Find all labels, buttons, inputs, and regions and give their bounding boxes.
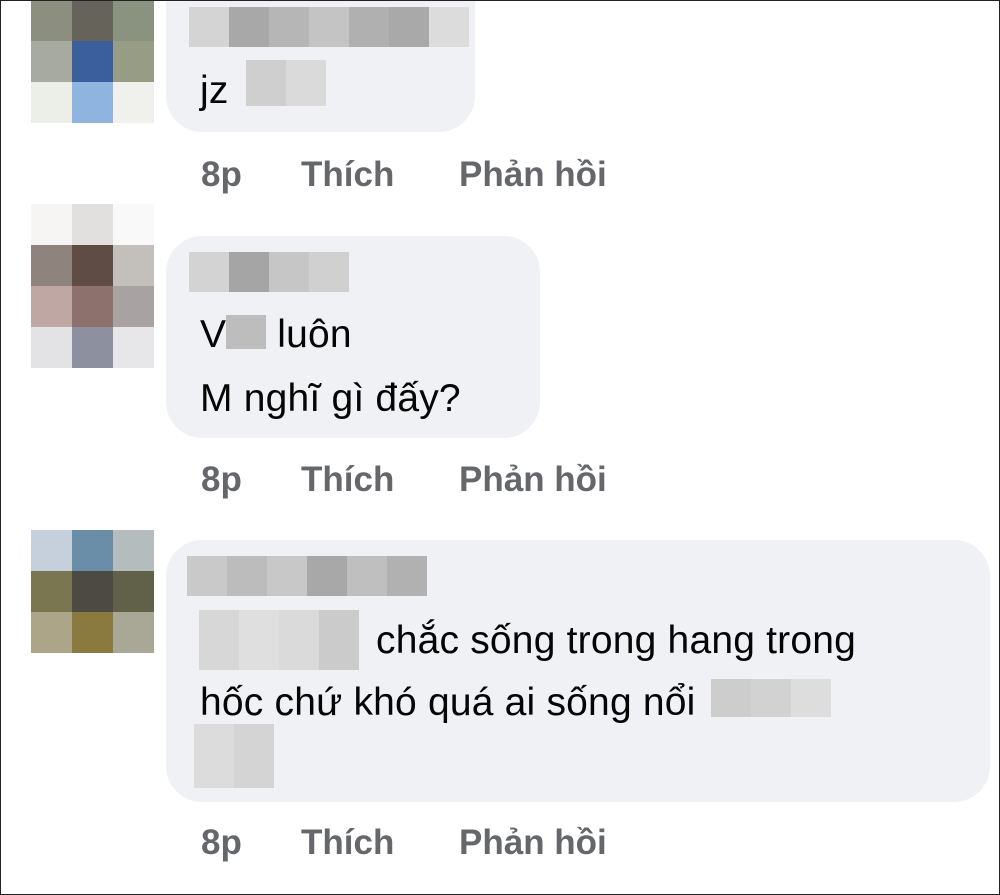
author-name-blurred[interactable] — [189, 7, 469, 47]
redacted-text — [194, 724, 274, 793]
reply-button[interactable]: Phản hồi — [459, 155, 607, 195]
comment-line-1: chắc sống trong hang trong — [200, 610, 856, 672]
reply-button[interactable]: Phản hồi — [459, 460, 607, 500]
author-name-blurred[interactable] — [187, 556, 427, 596]
comment-line: chắc sống trong hang trong — [376, 619, 857, 662]
comment-line-2: hốc chứ khó quá ai sống nổi — [200, 672, 856, 736]
like-button[interactable]: Thích — [301, 155, 459, 195]
avatar[interactable] — [31, 204, 154, 327]
reply-button[interactable]: Phản hồi — [459, 823, 607, 863]
avatar[interactable] — [31, 530, 154, 653]
redacted-text — [245, 60, 326, 125]
redacted-text — [710, 674, 831, 736]
comment-text: V luôn M nghĩ gì đấy? — [200, 304, 461, 430]
redacted-text — [226, 306, 267, 368]
timestamp[interactable]: 8p — [201, 460, 301, 500]
comment-text: jz — [200, 60, 326, 125]
comment-line: luôn — [277, 313, 352, 356]
comment-line-2: M nghĩ gì đấy? — [200, 376, 461, 420]
comment-line: jz — [200, 69, 229, 112]
like-button[interactable]: Thích — [301, 460, 459, 500]
comment-line-1: V luôn — [200, 304, 461, 368]
avatar-lower — [31, 327, 154, 368]
timestamp[interactable]: 8p — [201, 823, 301, 863]
avatar[interactable] — [31, 0, 154, 123]
like-button[interactable]: Thích — [301, 823, 459, 863]
comment-text: chắc sống trong hang trong hốc chứ khó q… — [200, 610, 856, 736]
comment-actions: 8p Thích Phản hồi — [201, 823, 607, 863]
timestamp[interactable]: 8p — [201, 155, 301, 195]
comment-line: V — [200, 313, 227, 356]
comment-actions: 8p Thích Phản hồi — [201, 155, 607, 195]
comment-actions: 8p Thích Phản hồi — [201, 460, 607, 500]
comment-line: hốc chứ khó quá ai sống nổi — [200, 681, 696, 724]
author-name-blurred[interactable] — [189, 252, 349, 292]
